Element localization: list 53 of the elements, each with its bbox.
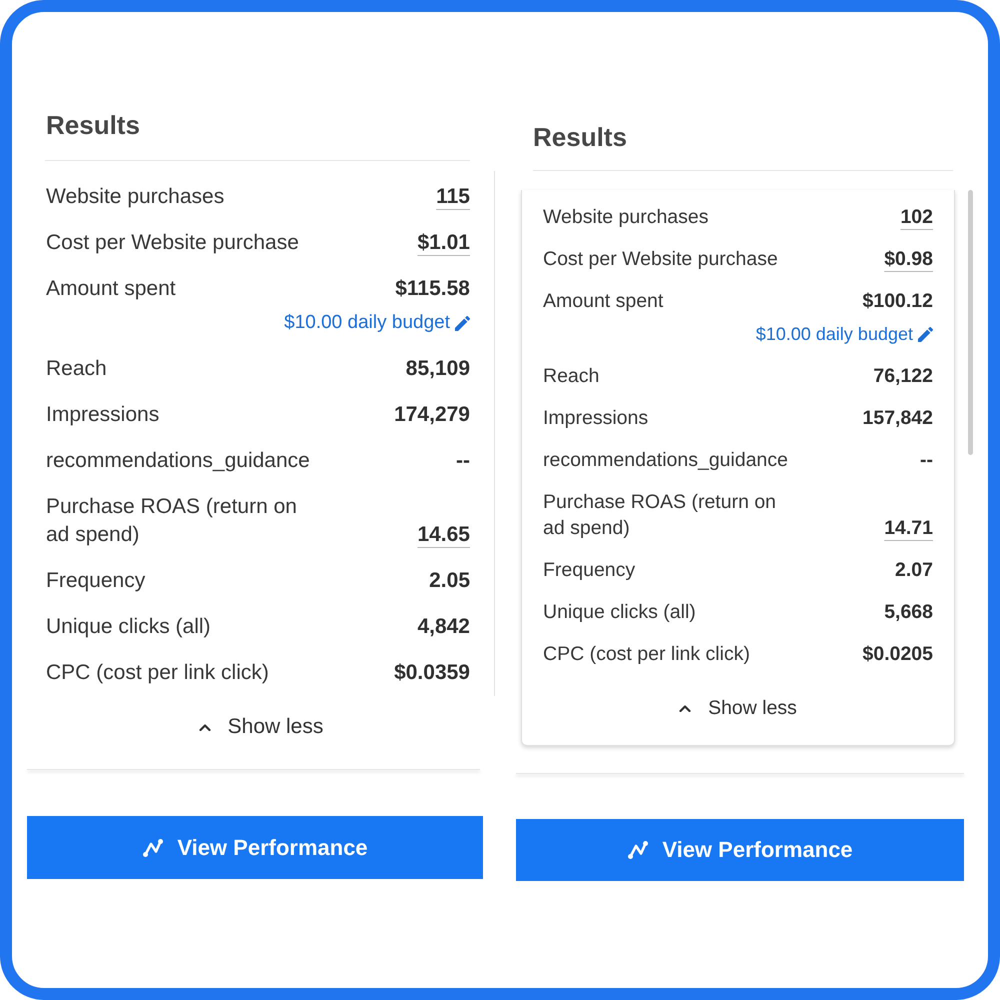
section-title: Results <box>532 121 628 153</box>
metric-value: -- <box>456 448 470 474</box>
view-performance-button[interactable]: View Performance <box>516 819 964 881</box>
metric-value: 14.71 <box>884 516 933 541</box>
metric-value: $0.0205 <box>862 642 933 667</box>
trend-line-icon <box>627 840 650 860</box>
metric-label: CPC (cost per link click) <box>46 660 269 686</box>
metric-label: Website purchases <box>543 205 708 230</box>
metric-label: Purchase ROAS (return on ad spend) <box>543 490 778 541</box>
metric-value: 14.65 <box>417 522 470 548</box>
metric-value: 4,842 <box>417 614 470 640</box>
metric-label: Frequency <box>543 558 636 583</box>
metric-value: $0.0359 <box>394 660 470 686</box>
metric-label: Impressions <box>543 406 648 431</box>
budget-link[interactable]: $10.00 daily budget <box>284 312 470 334</box>
metric-label: Unique clicks (all) <box>543 600 696 625</box>
budget-link[interactable]: $10.00 daily budget <box>756 324 933 344</box>
metric-label: CPC (cost per link click) <box>543 642 750 667</box>
view-performance-button[interactable]: View Performance <box>27 816 483 879</box>
metric-value: $0.98 <box>884 247 933 272</box>
metric-value: 85,109 <box>406 356 470 382</box>
metric-value: 2.07 <box>895 558 933 583</box>
metric-label: Reach <box>543 364 600 389</box>
metric-label: Purchase ROAS (return on ad spend) <box>46 494 298 548</box>
metric-value: 157,842 <box>862 406 933 431</box>
show-less-button[interactable]: Show less <box>198 704 324 750</box>
metric-label: Frequency <box>46 568 146 594</box>
metric-value: $1.01 <box>417 230 470 256</box>
metric-label: Amount spent <box>543 289 664 314</box>
pencil-icon <box>918 326 933 342</box>
metric-label: Website purchases <box>46 184 224 210</box>
metric-label: Cost per Website purchase <box>543 247 778 272</box>
metric-value: $100.12 <box>862 289 933 314</box>
metric-value: 2.05 <box>429 568 470 594</box>
metric-value: 174,279 <box>394 402 470 428</box>
metric-value: $115.58 <box>395 276 470 302</box>
metric-label: recommendations_guidance <box>46 448 310 474</box>
scrollbar[interactable] <box>968 190 973 455</box>
metric-label: recommendations_guidance <box>543 448 788 473</box>
metric-value: 115 <box>436 184 470 210</box>
metric-label: Cost per Website purchase <box>46 230 299 256</box>
metric-value: -- <box>920 448 933 473</box>
metric-label: Amount spent <box>46 276 176 302</box>
metric-value: 5,668 <box>884 600 933 625</box>
pencil-icon <box>455 316 470 330</box>
metric-label: Impressions <box>46 402 160 428</box>
trend-line-icon <box>142 838 164 858</box>
show-less-button[interactable]: Show less <box>679 687 797 729</box>
metric-label: Unique clicks (all) <box>46 614 211 640</box>
metric-label: Reach <box>46 356 107 382</box>
section-title: Results <box>45 109 141 141</box>
metric-value: 102 <box>900 205 933 230</box>
metric-value: 76,122 <box>873 364 933 389</box>
